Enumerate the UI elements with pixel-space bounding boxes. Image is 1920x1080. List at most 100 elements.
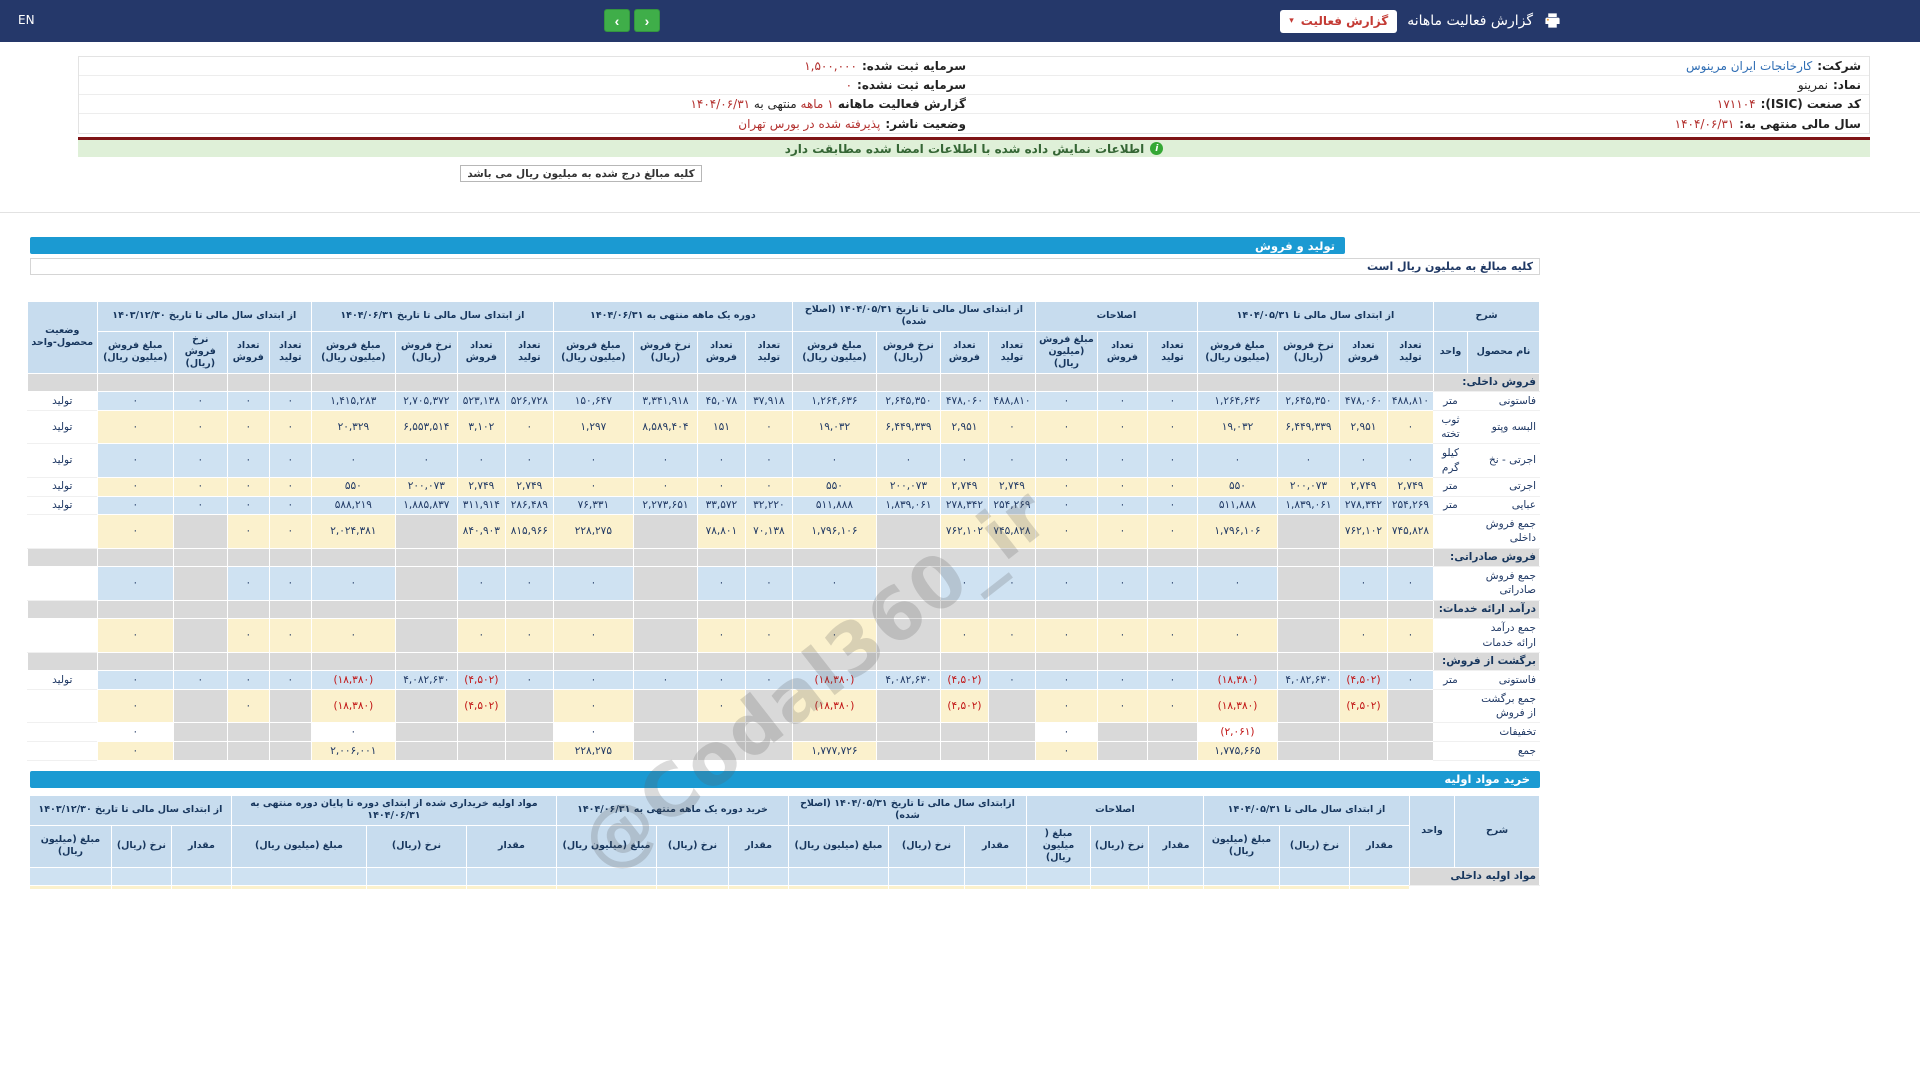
value-cell: ۰ bbox=[456, 618, 506, 653]
empty-cell bbox=[1146, 547, 1198, 568]
value-cell: ۴۸۸,۸۱۰ bbox=[987, 391, 1036, 412]
value-cell: ۳۷,۹۱۸ bbox=[744, 391, 793, 412]
empty-cell bbox=[791, 372, 877, 393]
value-cell: ۰ bbox=[987, 443, 1036, 478]
prev-report-button[interactable]: ‹ bbox=[604, 9, 630, 32]
product-name-cell: جمع فروش داخلی bbox=[1467, 514, 1540, 549]
column-header: نرخ (ریال) bbox=[1279, 824, 1350, 868]
language-toggle-en[interactable]: EN bbox=[18, 13, 35, 27]
empty-cell bbox=[268, 599, 312, 620]
column-header: تعداد فروش bbox=[456, 330, 506, 374]
value-cell: ۲۷۸,۳۴۲ bbox=[939, 495, 989, 516]
value-cell: ۰ bbox=[1146, 618, 1198, 653]
value-cell: ۰ bbox=[310, 566, 396, 601]
empty-cell bbox=[268, 372, 312, 393]
empty-cell bbox=[875, 547, 941, 568]
column-header: تعداد تولید bbox=[504, 330, 554, 374]
info-value: منتهی به bbox=[750, 97, 801, 111]
next-report-button[interactable]: › bbox=[634, 9, 660, 32]
value-cell: (۱۸,۳۸۰) bbox=[1196, 689, 1278, 724]
empty-cell bbox=[170, 866, 232, 887]
value-cell bbox=[875, 566, 941, 601]
value-cell bbox=[394, 689, 458, 724]
empty-cell bbox=[96, 547, 174, 568]
product-name-cell: جمع bbox=[1467, 741, 1540, 761]
empty-cell bbox=[1276, 547, 1340, 568]
company-link[interactable]: کارخانجات ایران مرینوس bbox=[1686, 59, 1812, 73]
value-cell: ۰ bbox=[310, 722, 396, 743]
empty-cell bbox=[310, 547, 396, 568]
value-cell bbox=[1276, 722, 1340, 743]
info-label: وضعیت ناشر: bbox=[885, 116, 966, 131]
column-group-header: از ابتدای سال مالی تا ۱۴۰۴/۰۵/۳۱ bbox=[1202, 794, 1411, 826]
empty-cell bbox=[230, 866, 367, 887]
value-cell: ۳۲,۲۲۰ bbox=[744, 495, 793, 516]
table-row: جمع برگشت از فروش (۴,۵۰۲) (۱۸,۳۸۰) ۰ ۰ ۰ (۴,۵۰… bbox=[26, 689, 1540, 724]
empty-cell bbox=[552, 547, 634, 568]
value-cell: ۰ bbox=[226, 443, 270, 478]
value-cell: ۰ bbox=[1096, 443, 1148, 478]
value-cell: (۴,۵۰۲) bbox=[939, 670, 989, 691]
value-cell bbox=[504, 689, 554, 724]
column-header: مقدار bbox=[1147, 824, 1204, 868]
value-cell: ۰ bbox=[226, 689, 270, 724]
section-row: فروش داخلی: bbox=[26, 372, 1541, 393]
column-header: مبلغ فروش (میلیون ریال) bbox=[1196, 330, 1278, 374]
value-cell: ۰ bbox=[1034, 410, 1098, 445]
empty-cell bbox=[939, 599, 989, 620]
column-group-header-row: شرح از ابتدای سال مالی تا ۱۴۰۴/۰۵/۳۱ اصلاح… bbox=[26, 301, 1541, 374]
value-cell bbox=[875, 514, 941, 549]
section-label-cell: درآمد ارائه خدمات: bbox=[1432, 599, 1541, 620]
value-cell: ۰ bbox=[696, 443, 746, 478]
value-cell: ۱,۲۹۷ bbox=[552, 410, 634, 445]
production-sales-section: تولید و فروش کلیه مبالغ به میلیون ریال ا… bbox=[26, 237, 1541, 761]
status-cell: تولید bbox=[26, 670, 98, 691]
empty-cell bbox=[875, 651, 941, 672]
column-header: تعداد تولید bbox=[1386, 330, 1434, 374]
column-header: تعداد تولید bbox=[987, 330, 1036, 374]
column-header: نرخ فروش (ریال) bbox=[172, 330, 228, 374]
print-button[interactable] bbox=[1543, 12, 1562, 32]
empty-cell bbox=[394, 651, 458, 672]
value-cell bbox=[456, 722, 506, 743]
value-cell: ۰ bbox=[226, 514, 270, 549]
product-name-cell: فاستونی bbox=[1467, 670, 1540, 691]
status-cell: تولید bbox=[26, 410, 98, 445]
empty-cell bbox=[552, 599, 634, 620]
value-cell: ۰ bbox=[1386, 566, 1434, 601]
value-cell: ۵۵۰ bbox=[1196, 476, 1278, 497]
value-cell: ۰ bbox=[226, 566, 270, 601]
empty-cell bbox=[456, 651, 506, 672]
value-cell: ۰ bbox=[1034, 689, 1098, 724]
value-cell: ۰ bbox=[939, 566, 989, 601]
value-cell bbox=[1338, 722, 1388, 743]
report-type-dropdown[interactable]: گزارش فعالیت ▾ bbox=[1280, 9, 1398, 33]
value-cell: ۱,۷۹۶,۱۰۶ bbox=[1196, 514, 1278, 549]
value-cell: (۱۸,۳۸۰) bbox=[791, 689, 877, 724]
empty-cell bbox=[1338, 547, 1388, 568]
value-cell: ۵۱۱,۸۸۸ bbox=[791, 495, 877, 516]
company-info-row: نماد: نمرینو سرمایه ثبت نشده: ۰ bbox=[79, 76, 1869, 95]
value-cell: ۰ bbox=[1096, 495, 1148, 516]
value-cell: ۰ bbox=[1196, 618, 1278, 653]
value-cell bbox=[1096, 722, 1148, 743]
value-cell bbox=[1276, 741, 1340, 761]
empty-cell bbox=[939, 547, 989, 568]
column-header: نرخ فروش (ریال) bbox=[875, 330, 941, 374]
column-group-header: از ابتدای سال مالی تا تاریخ ۱۴۰۴/۰۵/۳۱ (… bbox=[791, 301, 1036, 332]
value-cell: ۰ bbox=[1146, 410, 1198, 445]
value-cell: ۲,۹۵۱ bbox=[939, 410, 989, 445]
info-left-cell: سرمایه ثبت شده: ۱,۵۰۰,۰۰۰ bbox=[79, 59, 974, 73]
info-label: شرکت: bbox=[1817, 59, 1861, 73]
info-right-cell: سال مالی منتهی به: ۱۴۰۴/۰۶/۳۱ bbox=[974, 117, 1869, 131]
value-cell bbox=[1276, 566, 1340, 601]
value-cell: ۰ bbox=[987, 670, 1036, 691]
value-cell bbox=[696, 722, 746, 743]
column-group-header: واحد bbox=[1409, 794, 1455, 868]
table-row: جمع فروش صادراتی ۰ ۰ ۰ ۰ ۰ ۰ ۰ ۰ ۰ ۰ ۰ ۰ ۰ ۰ ۰ ۰ ۰ ۰ bbox=[26, 566, 1540, 601]
empty-cell bbox=[504, 651, 554, 672]
empty-cell bbox=[696, 651, 746, 672]
info-icon: i bbox=[1150, 142, 1164, 155]
value-cell: ۴۸۸,۸۱۰ bbox=[1386, 391, 1434, 412]
value-cell: ۴,۰۸۲,۶۳۰ bbox=[875, 670, 941, 691]
